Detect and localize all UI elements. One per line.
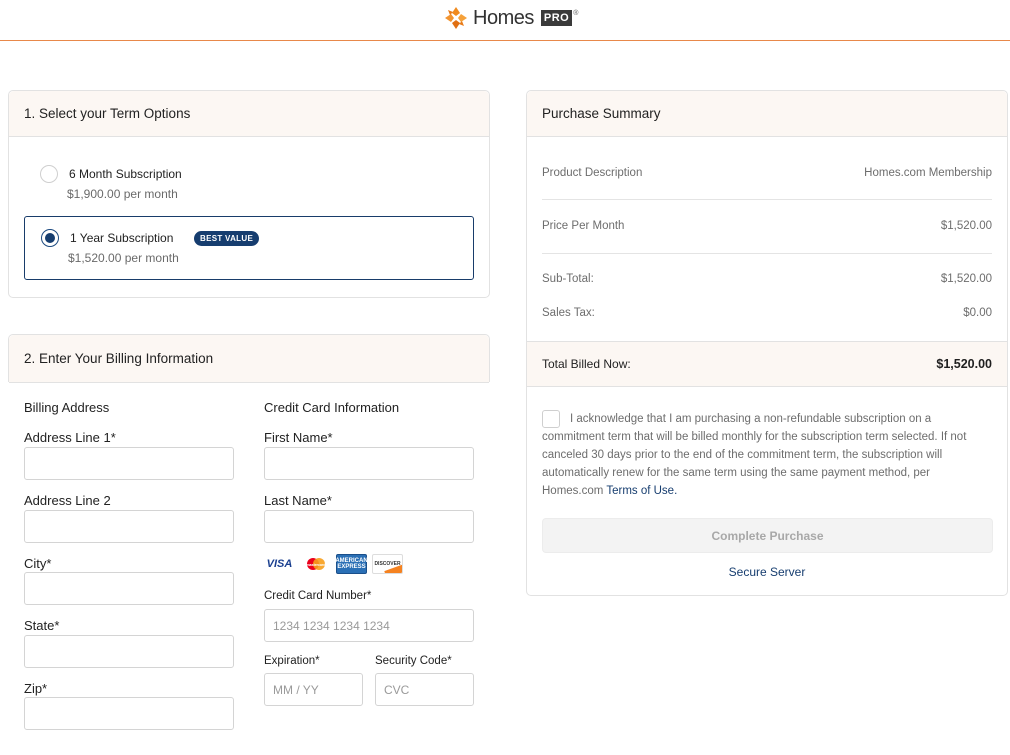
last-name-input[interactable] — [264, 510, 474, 543]
summary-value: $0.00 — [963, 307, 992, 319]
radio-6-month[interactable] — [40, 165, 58, 183]
zip-label: Zip* — [24, 681, 48, 696]
expiration-input[interactable]: MM / YY — [264, 673, 363, 706]
total-label: Total Billed Now: — [542, 357, 631, 371]
term-options-panel: 1. Select your Term Options 6 Month Subs… — [8, 90, 490, 298]
option-label: 1 Year Subscription — [70, 231, 174, 245]
security-code-label: Security Code* — [375, 655, 452, 667]
divider — [542, 253, 992, 254]
city-input[interactable] — [24, 572, 234, 605]
first-name-input[interactable] — [264, 447, 474, 480]
card-number-input[interactable]: 1234 1234 1234 1234 — [264, 609, 474, 642]
amex-icon: AMERICAN EXPRESS — [335, 554, 368, 574]
summary-row-subtotal: Sub-Total: $1,520.00 — [542, 273, 992, 285]
purchase-summary-panel: Purchase Summary Product Description Hom… — [526, 90, 1008, 596]
homes-logo-icon — [444, 6, 468, 30]
summary-label: Sales Tax: — [542, 307, 595, 319]
radio-1-year[interactable] — [41, 229, 59, 247]
summary-row-price: Price Per Month $1,520.00 — [542, 220, 992, 232]
mastercard-icon: mastercard — [300, 554, 331, 574]
card-brand-logos: VISA mastercard AMERICAN EXPRESS DISCOVE… — [264, 554, 403, 574]
option-price: $1,900.00 per month — [67, 187, 178, 201]
discover-wordmark: DISCOVER — [374, 561, 401, 567]
complete-purchase-button[interactable]: Complete Purchase — [542, 518, 993, 553]
card-number-label: Credit Card Number* — [264, 590, 372, 602]
pro-badge: PRO — [540, 10, 573, 26]
purchase-summary-title: Purchase Summary — [527, 91, 1007, 137]
summary-value: $1,520.00 — [940, 220, 992, 232]
summary-value: Homes.com Membership — [864, 167, 992, 179]
terms-of-use-link[interactable]: Terms of Use. — [606, 485, 677, 497]
security-code-input[interactable]: CVC — [375, 673, 474, 706]
term-options-title: 1. Select your Term Options — [9, 91, 489, 137]
option-price: $1,520.00 per month — [68, 251, 179, 265]
mastercard-wordmark: mastercard — [306, 563, 325, 567]
divider — [542, 199, 992, 200]
first-name-label: First Name* — [264, 430, 333, 445]
summary-row-tax: Sales Tax: $0.00 — [542, 307, 992, 319]
visa-icon: VISA — [266, 558, 293, 570]
billing-panel: 2. Enter Your Billing Information — [8, 334, 490, 383]
total-billed-row: Total Billed Now: $1,520.00 — [527, 341, 1007, 387]
billing-title: 2. Enter Your Billing Information — [9, 335, 489, 383]
term-option-6-month[interactable]: 6 Month Subscription $1,900.00 per month — [24, 153, 474, 217]
discover-icon: DISCOVER — [372, 554, 403, 574]
state-input[interactable] — [24, 635, 234, 668]
address-line2-label: Address Line 2 — [24, 493, 111, 508]
acknowledge-text: I acknowledge that I am purchasing a non… — [542, 410, 994, 500]
address-line2-input[interactable] — [24, 510, 234, 543]
best-value-badge: BEST VALUE — [194, 231, 260, 246]
trademark: ® — [573, 9, 579, 17]
expiration-label: Expiration* — [264, 655, 320, 667]
homes-pro-logo[interactable]: Homes PRO ® — [444, 6, 578, 30]
summary-label: Sub-Total: — [542, 273, 594, 285]
brand-name: Homes — [473, 6, 534, 29]
credit-card-title: Credit Card Information — [264, 400, 400, 415]
zip-input[interactable] — [24, 697, 234, 730]
summary-label: Price Per Month — [542, 220, 625, 232]
option-label: 6 Month Subscription — [69, 167, 182, 181]
summary-value: $1,520.00 — [940, 273, 992, 285]
billing-address-title: Billing Address — [24, 400, 110, 415]
top-header: Homes PRO ® — [0, 0, 1010, 41]
city-label: City* — [24, 556, 52, 571]
last-name-label: Last Name* — [264, 493, 332, 508]
total-value: $1,520.00 — [936, 357, 992, 371]
summary-label: Product Description — [542, 167, 643, 179]
address-line1-input[interactable] — [24, 447, 234, 480]
secure-server-text: Secure Server — [728, 565, 806, 579]
term-option-1-year[interactable]: 1 Year Subscription BEST VALUE $1,520.00… — [24, 216, 474, 280]
summary-row-product: Product Description Homes.com Membership — [542, 167, 992, 179]
address-line1-label: Address Line 1* — [24, 430, 116, 445]
state-label: State* — [24, 618, 60, 633]
